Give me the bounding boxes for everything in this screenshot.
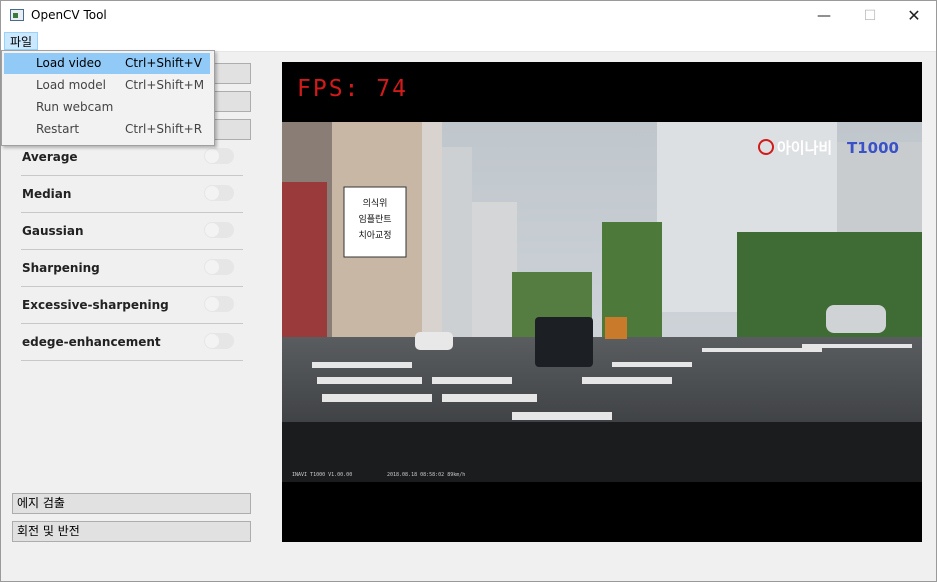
menu-item-restart[interactable]: Restart Ctrl+Shift+R	[4, 119, 210, 140]
filter-label: Average	[22, 150, 78, 164]
menu-item-label: Run webcam	[36, 100, 114, 114]
overlay-device-info: INAVI T1000 V1.00.00	[292, 472, 352, 478]
filter-label: Gaussian	[22, 224, 84, 238]
menu-item-shortcut: Ctrl+Shift+R	[125, 122, 203, 136]
filter-row-excessive-sharpening: Excessive-sharpening	[21, 286, 243, 324]
bus	[605, 317, 627, 339]
maximize-button[interactable]: ☐	[847, 1, 893, 31]
edge-detection-button[interactable]: 에지 검출	[12, 493, 251, 514]
menu-item-run-webcam[interactable]: Run webcam	[4, 97, 210, 118]
menu-file[interactable]: 파일	[4, 32, 39, 50]
menu-bar: 파일	[1, 31, 936, 52]
filter-row-median: Median	[21, 175, 243, 213]
sign-line-1: 의식위	[363, 198, 388, 209]
filter-label: Sharpening	[22, 261, 100, 275]
signboard-column	[282, 182, 327, 342]
video-frame: 의식위 임플란트 치아교정 아이나비 T1000 INAVI T1000 V1.…	[282, 122, 922, 482]
video-display: FPS: 74 의식위 임플란트 치아교정 아이나비 T1000 INAVI T…	[282, 62, 922, 542]
fps-counter: FPS: 74	[297, 76, 408, 102]
menu-item-label: Load video	[36, 56, 102, 70]
menu-item-label: Load model	[36, 78, 106, 92]
white-car-left	[415, 332, 453, 350]
mid-building-1	[442, 147, 472, 347]
white-car-right	[826, 305, 886, 333]
rotate-flip-button[interactable]: 회전 및 반전	[12, 521, 251, 542]
filter-row-sharpening: Sharpening	[21, 249, 243, 287]
filter-label: edege-enhancement	[22, 335, 161, 349]
minimize-button[interactable]: —	[801, 1, 847, 31]
menu-item-label: Restart	[36, 122, 80, 136]
window-title: OpenCV Tool	[31, 8, 107, 22]
brand-name: 아이나비	[777, 139, 832, 157]
title-bar: OpenCV Tool — ☐ ✕	[1, 1, 936, 31]
menu-item-load-model[interactable]: Load model Ctrl+Shift+M	[4, 75, 210, 96]
close-button[interactable]: ✕	[891, 1, 937, 31]
filter-row-edge-enhancement: edege-enhancement	[21, 323, 243, 361]
edge-enhancement-toggle[interactable]	[204, 333, 234, 349]
sign-line-3: 치아교정	[358, 229, 391, 241]
median-toggle[interactable]	[204, 185, 234, 201]
mid-building-2	[472, 202, 517, 352]
file-menu-dropdown: Load video Ctrl+Shift+V Load model Ctrl+…	[1, 50, 215, 146]
menu-item-load-video[interactable]: Load video Ctrl+Shift+V	[4, 53, 210, 74]
black-suv	[535, 317, 593, 367]
brand-model: T1000	[847, 139, 899, 157]
gaussian-toggle[interactable]	[204, 222, 234, 238]
excessive-sharpening-toggle[interactable]	[204, 296, 234, 312]
dashboard	[282, 422, 922, 482]
left-tower-edge	[422, 122, 442, 352]
overlay-timestamp: 2018.08.18 08:58:02 89km/h	[387, 472, 465, 478]
sharpening-toggle[interactable]	[204, 259, 234, 275]
filter-label: Median	[22, 187, 72, 201]
filter-row-gaussian: Gaussian	[21, 212, 243, 250]
menu-item-shortcut: Ctrl+Shift+V	[125, 56, 202, 70]
sign-line-2: 임플란트	[358, 213, 391, 225]
average-toggle[interactable]	[204, 148, 234, 164]
filter-label: Excessive-sharpening	[22, 298, 169, 312]
app-icon	[10, 9, 24, 21]
menu-item-shortcut: Ctrl+Shift+M	[125, 78, 205, 92]
